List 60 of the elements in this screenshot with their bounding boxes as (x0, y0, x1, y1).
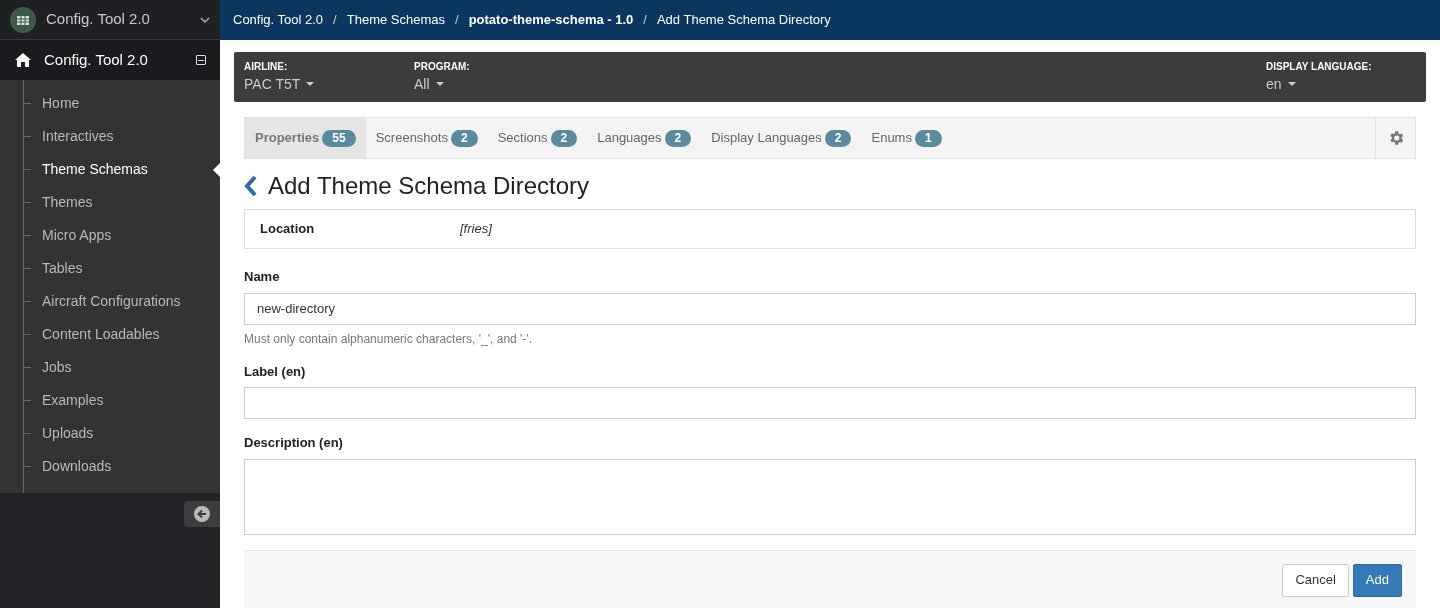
app-title: Config. Tool 2.0 (46, 9, 151, 30)
breadcrumb-link[interactable]: Config. Tool 2.0 (233, 10, 324, 30)
filter-label: AIRLINE: (244, 60, 289, 74)
caret-down-icon (1287, 82, 1296, 86)
home-icon (14, 52, 32, 68)
sidebar-item[interactable]: Downloads (42, 456, 112, 477)
sidebar-item[interactable]: Aircraft Configurations (42, 291, 181, 312)
count-badge: 2 (550, 129, 578, 147)
sidebar-item[interactable]: Content Loadables (42, 324, 160, 345)
arrow-left-circle-icon (194, 506, 210, 522)
sidebar-root-label: Config. Tool 2.0 (44, 49, 149, 70)
cancel-button[interactable]: Cancel (1282, 563, 1349, 597)
collapse-sidebar-button[interactable] (184, 501, 220, 527)
breadcrumb-separator: / (332, 11, 338, 30)
add-button[interactable]: Add (1352, 563, 1402, 597)
active-pointer-icon (213, 163, 220, 177)
sidebar-root-item[interactable]: Config. Tool 2.0 (0, 40, 220, 80)
breadcrumb-separator: / (642, 11, 648, 30)
sidebar-item[interactable]: Micro Apps (42, 225, 112, 246)
filter-label: DISPLAY LANGUAGE: (1266, 60, 1373, 74)
tab[interactable]: Display Languages 2 (701, 118, 862, 158)
filter-dropdown[interactable]: All (414, 74, 584, 94)
sidebar-item[interactable]: Examples (42, 390, 104, 411)
breadcrumb-link[interactable]: Theme Schemas (346, 10, 445, 30)
breadcrumb-link[interactable]: potato-theme-schema - 1.0 (468, 10, 634, 30)
app-logo-icon (10, 6, 36, 33)
caret-down-icon (306, 82, 315, 86)
count-badge: 2 (824, 129, 852, 147)
count-badge: 2 (450, 129, 478, 147)
sidebar-item[interactable]: Interactives (42, 126, 114, 147)
location-label: Location (260, 220, 316, 239)
tab[interactable]: Sections 2 (487, 118, 588, 158)
filter-label: PROGRAM: (414, 60, 471, 74)
sidebar-item[interactable]: Home (42, 93, 80, 114)
count-badge: 2 (664, 129, 692, 147)
sidebar-item[interactable]: Tables (42, 258, 83, 279)
count-badge: 55 (322, 129, 356, 147)
caret-down-icon (435, 82, 444, 86)
tab[interactable]: Properties 55 (245, 118, 366, 158)
field-label: Description (en) (244, 434, 344, 452)
collapse-toggle-icon[interactable] (196, 55, 206, 65)
page-heading: Add Theme Schema Directory (268, 171, 590, 201)
sidebar-item[interactable]: Jobs (42, 357, 72, 378)
field-label: Name (244, 268, 281, 286)
sidebar-item[interactable]: Themes (42, 192, 93, 213)
sidebar-item[interactable]: Uploads (42, 423, 94, 444)
tab[interactable]: Languages 2 (587, 118, 702, 158)
count-badge: 1 (914, 129, 942, 147)
sidebar-item[interactable]: Theme Schemas (42, 159, 148, 180)
filter-dropdown[interactable]: en (1266, 74, 1416, 94)
tab[interactable]: Enums 1 (861, 118, 952, 158)
location-value: [fries] (460, 220, 492, 239)
filter-dropdown[interactable]: PAC T5T (244, 74, 414, 94)
help-text: Must only contain alphanumeric characters, '_', and '-'. (244, 330, 533, 348)
chevron-down-icon[interactable] (200, 16, 210, 23)
tab[interactable]: Screenshots 2 (365, 118, 488, 158)
input-field[interactable]: new-directory (244, 292, 1416, 325)
breadcrumb-separator: / (454, 11, 460, 30)
back-chevron-icon[interactable] (244, 175, 258, 197)
field-label: Label (en) (244, 362, 307, 381)
